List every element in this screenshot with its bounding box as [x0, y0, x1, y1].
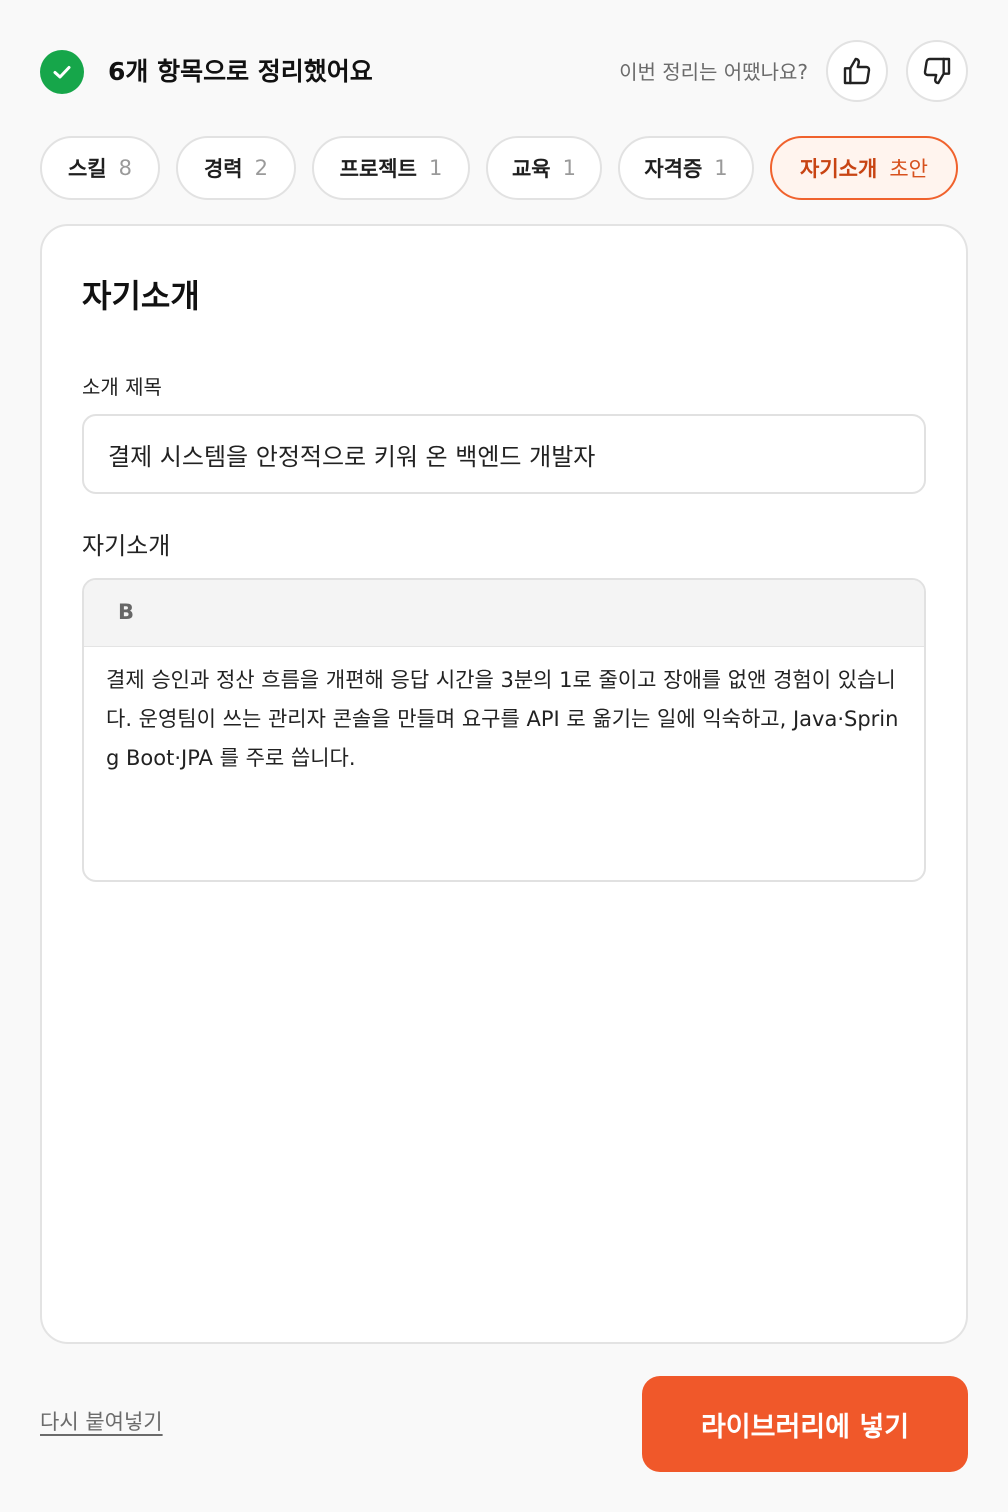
thumbs-up-button[interactable]	[826, 40, 888, 102]
tab-projects[interactable]: 프로젝트 1	[312, 136, 470, 200]
section-tabs: 스킬 8 경력 2 프로젝트 1 교육 1 자격증 1 자기소개 초안	[40, 136, 980, 200]
tab-draft-badge: 초안	[889, 157, 928, 181]
thumbs-up-icon	[843, 57, 871, 85]
tab-label: 프로젝트	[339, 157, 417, 181]
tab-education[interactable]: 교육 1	[486, 136, 602, 200]
top-bar: 6개 항목으로 정리했어요 이번 정리는 어땠나요?	[40, 40, 968, 104]
tab-label: 경력	[203, 157, 243, 181]
self-introduction-card: 자기소개 소개 제목 자기소개 B 결제 승인과 정산 흐름을 개편해 응답 시…	[40, 224, 968, 1344]
thumbs-down-icon	[923, 57, 951, 85]
tab-count: 2	[254, 156, 268, 180]
tab-label: 스킬	[67, 157, 107, 181]
tab-label: 자기소개	[800, 157, 878, 181]
intro-title-label: 소개 제목	[82, 375, 162, 399]
tab-count: 8	[118, 156, 132, 180]
repaste-link[interactable]: 다시 붙여넣기	[40, 1406, 163, 1438]
intro-label: 자기소개	[82, 532, 171, 560]
feedback-question: 이번 정리는 어땠나요?	[619, 60, 808, 84]
tab-count: 1	[428, 156, 443, 180]
thumbs-down-button[interactable]	[906, 40, 968, 102]
check-circle-icon	[40, 50, 84, 94]
tab-self-introduction[interactable]: 자기소개 초안	[770, 136, 958, 200]
tab-certificates[interactable]: 자격증 1	[618, 136, 754, 200]
tab-career[interactable]: 경력 2	[176, 136, 296, 200]
tab-count: 1	[562, 156, 576, 180]
tab-count: 1	[714, 156, 728, 180]
intro-title-input[interactable]	[82, 414, 926, 494]
add-to-library-button[interactable]: 라이브러리에 넣기	[642, 1376, 968, 1472]
intro-editor[interactable]: B 결제 승인과 정산 흐름을 개편해 응답 시간을 3분의 1로 줄이고 장애…	[82, 578, 926, 882]
bold-button[interactable]: B	[108, 594, 144, 630]
status-title: 6개 항목으로 정리했어요	[108, 57, 373, 86]
tab-skills[interactable]: 스킬 8	[40, 136, 160, 200]
card-title: 자기소개	[82, 277, 200, 315]
tab-label: 교육	[511, 157, 551, 181]
intro-body-text[interactable]: 결제 승인과 정산 흐름을 개편해 응답 시간을 3분의 1로 줄이고 장애를 …	[84, 647, 924, 792]
editor-toolbar: B	[84, 580, 924, 647]
tab-label: 자격증	[644, 157, 703, 181]
